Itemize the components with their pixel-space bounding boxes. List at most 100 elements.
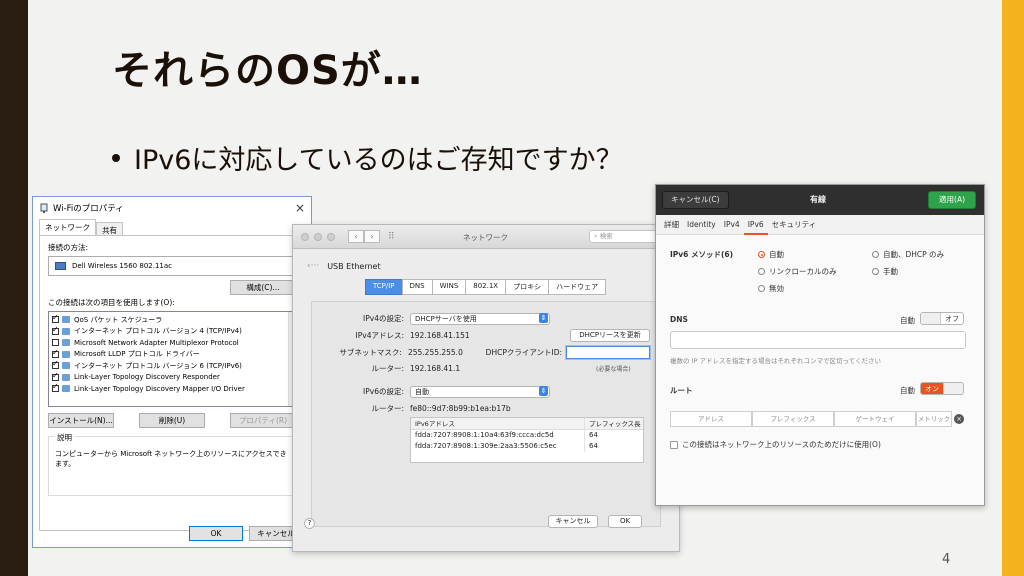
tab-identity[interactable]: Identity bbox=[683, 215, 720, 235]
list-item[interactable]: Link-Layer Topology Discovery Responder bbox=[52, 371, 292, 384]
tab-panel: 接続の方法: Dell Wireless 1560 802.11ac 構成(C)… bbox=[39, 235, 305, 531]
radio-button[interactable] bbox=[758, 251, 765, 258]
ok-button[interactable]: OK bbox=[189, 526, 243, 541]
method-link-local-option[interactable]: リンクローカルのみ bbox=[758, 266, 837, 277]
ipv6-method-label: IPv6 メソッド(6) bbox=[670, 250, 734, 259]
cancel-button[interactable]: キャンセル(C) bbox=[662, 191, 729, 209]
protocol-icon bbox=[62, 362, 70, 370]
dns-label: DNS bbox=[670, 315, 688, 324]
apply-button[interactable]: 適用(A) bbox=[928, 191, 976, 209]
subnet-label: サブネットマスク: bbox=[339, 348, 402, 357]
tab-sharing[interactable]: 共有 bbox=[96, 222, 123, 235]
ipv4-address-label: IPv4アドレス: bbox=[355, 331, 404, 340]
minimize-traffic-light[interactable] bbox=[314, 232, 322, 241]
checkbox[interactable] bbox=[52, 371, 59, 381]
protocol-list: QoS パケット スケジューラ インターネット プロトコル バージョン 4 (T… bbox=[48, 311, 296, 407]
list-item[interactable]: Link-Layer Topology Discovery Mapper I/O… bbox=[52, 382, 292, 395]
prefix-cell: 64 bbox=[589, 431, 598, 439]
remove-route-icon[interactable]: × bbox=[954, 414, 964, 424]
column-header-address: IPv6アドレス bbox=[411, 418, 585, 429]
tab-security[interactable]: セキュリティ bbox=[768, 215, 821, 235]
routes-auto-switch[interactable]: オン bbox=[920, 382, 964, 395]
uninstall-button[interactable]: 削除(U) bbox=[139, 413, 205, 428]
radio-button[interactable] bbox=[758, 285, 765, 292]
prefix-cell: 64 bbox=[589, 442, 598, 450]
local-only-option[interactable]: この接続はネットワーク上のリソースのためだけに使用(O) bbox=[670, 439, 881, 450]
back-icon[interactable]: ‹··· bbox=[307, 261, 319, 271]
radio-button[interactable] bbox=[872, 251, 879, 258]
cancel-button[interactable]: キャンセル bbox=[548, 515, 598, 528]
checkbox[interactable] bbox=[52, 339, 59, 347]
protocol-icon bbox=[62, 350, 70, 358]
tab-proxy[interactable]: プロキシ bbox=[505, 279, 550, 295]
tab-details[interactable]: 詳細 bbox=[660, 215, 683, 235]
protocol-icon bbox=[62, 373, 70, 381]
list-item[interactable]: インターネット プロトコル バージョン 6 (TCP/IPv6) bbox=[52, 359, 292, 372]
tab-tcpip[interactable]: TCP/IP bbox=[364, 279, 403, 295]
properties-button[interactable]: プロパティ(R) bbox=[230, 413, 296, 428]
route-address-input[interactable]: アドレス bbox=[670, 411, 752, 427]
tab-ipv6[interactable]: IPv6 bbox=[743, 215, 768, 235]
search-placeholder: 検索 bbox=[599, 232, 613, 240]
ipv6-address-cell: fdda:7207:8908:1:309e:2aa3:5506:c5ec bbox=[411, 441, 585, 452]
network-adapter-icon bbox=[55, 262, 66, 270]
radio-button[interactable] bbox=[872, 268, 879, 275]
tcpip-panel: IPv4の設定: DHCPサーバを使用 IPv4アドレス: 192.168.41… bbox=[304, 301, 661, 529]
tab-network[interactable]: ネットワーク bbox=[39, 219, 96, 235]
window-title: 有線 bbox=[810, 195, 826, 204]
close-traffic-light[interactable] bbox=[301, 232, 309, 241]
route-metric-input[interactable]: メトリック bbox=[916, 411, 952, 427]
macos-network-window: ‹ › ⠿ ネットワーク ⌕ 検索 ‹··· USB Ethernet TCP/… bbox=[292, 224, 680, 552]
checkbox[interactable] bbox=[52, 313, 59, 324]
zoom-traffic-light[interactable] bbox=[327, 232, 335, 241]
radio-button[interactable] bbox=[758, 268, 765, 275]
window-titlebar: Wi-Fiのプロパティ × bbox=[33, 197, 311, 219]
ipv6-config-select[interactable]: 自動 bbox=[410, 385, 550, 398]
column-header-prefix: プレフィックス長 bbox=[589, 420, 641, 428]
dialog-tabs: ネットワーク 共有 bbox=[33, 219, 311, 235]
forward-chevron-icon[interactable]: › bbox=[364, 230, 380, 243]
method-auto-dhcp-option[interactable]: 自動、DHCP のみ bbox=[872, 249, 944, 260]
dns-servers-input[interactable] bbox=[670, 331, 966, 349]
radio-label: 無効 bbox=[769, 284, 784, 293]
tab-wins[interactable]: WINS bbox=[431, 279, 467, 295]
table-row[interactable]: fdda:7207:8908:1:309e:2aa3:5506:c5ec 64 bbox=[411, 441, 643, 452]
tab-ipv4[interactable]: IPv4 bbox=[720, 215, 744, 235]
list-item[interactable]: Microsoft LLDP プロトコル ドライバー bbox=[52, 348, 292, 361]
tab-dns[interactable]: DNS bbox=[401, 279, 433, 295]
dhcp-client-id-field[interactable] bbox=[566, 346, 650, 359]
right-accent-bar bbox=[1002, 0, 1024, 576]
renew-dhcp-button[interactable]: DHCPリースを更新 bbox=[570, 329, 650, 342]
checkbox[interactable] bbox=[670, 440, 678, 449]
list-item[interactable]: インターネット プロトコル バージョン 4 (TCP/IPv4) bbox=[52, 325, 292, 338]
tab-8021x[interactable]: 802.1X bbox=[465, 279, 507, 295]
ipv4-config-select[interactable]: DHCPサーバを使用 bbox=[410, 312, 550, 325]
route-gateway-input[interactable]: ゲートウェイ bbox=[834, 411, 916, 427]
checkbox[interactable] bbox=[52, 359, 59, 370]
ok-button[interactable]: OK bbox=[608, 515, 642, 528]
table-row[interactable]: fdda:7207:8908:1:10a4:63f9:ccca:dc5d 64 bbox=[411, 430, 643, 441]
list-item[interactable]: Microsoft Network Adapter Multiplexor Pr… bbox=[52, 337, 292, 349]
method-manual-option[interactable]: 手動 bbox=[872, 266, 898, 277]
dns-auto-switch[interactable]: オフ bbox=[920, 312, 964, 325]
configure-button[interactable]: 構成(C)... bbox=[230, 280, 296, 295]
grid-icon[interactable]: ⠿ bbox=[388, 232, 395, 242]
tab-hardware[interactable]: ハードウェア bbox=[548, 279, 607, 295]
adapter-field: Dell Wireless 1560 802.11ac bbox=[48, 256, 296, 276]
route-prefix-input[interactable]: プレフィックス bbox=[752, 411, 834, 427]
method-auto-option[interactable]: 自動 bbox=[758, 249, 784, 260]
checkbox[interactable] bbox=[52, 382, 59, 393]
close-icon[interactable]: × bbox=[295, 201, 305, 215]
help-button[interactable]: ? bbox=[304, 518, 315, 529]
ipv4-address: 192.168.41.151 bbox=[410, 331, 470, 340]
checkbox[interactable] bbox=[52, 348, 59, 358]
bullet-item: IPv6に対応しているのはご存知ですか？ bbox=[112, 138, 623, 177]
description-group: 説明 コンピューターから Microsoft ネットワーク上のリソースにアクセス… bbox=[48, 432, 296, 496]
bullet-text: IPv6に対応しているのはご存知ですか？ bbox=[134, 145, 623, 176]
method-disabled-option[interactable]: 無効 bbox=[758, 283, 784, 294]
back-chevron-icon[interactable]: ‹ bbox=[348, 230, 364, 243]
install-button[interactable]: インストール(N)... bbox=[48, 413, 114, 428]
checkbox[interactable] bbox=[52, 325, 59, 335]
list-item[interactable]: QoS パケット スケジューラ bbox=[52, 313, 292, 326]
list-item-label: QoS パケット スケジューラ bbox=[74, 315, 163, 324]
